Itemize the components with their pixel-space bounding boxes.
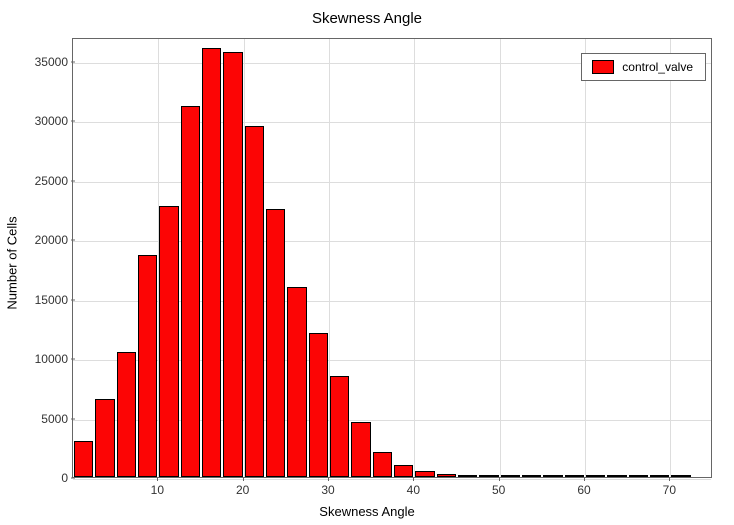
bar — [74, 441, 93, 477]
bar — [607, 475, 626, 477]
gridline-v — [500, 39, 501, 477]
bar — [159, 206, 178, 477]
gridline-h — [73, 479, 711, 480]
bar — [479, 475, 498, 477]
bar — [117, 352, 136, 477]
bar — [266, 209, 285, 477]
tick-mark — [71, 240, 75, 241]
bar — [458, 475, 477, 477]
bar — [309, 333, 328, 477]
y-tick-label: 25000 — [8, 174, 68, 188]
y-tick-label: 10000 — [8, 352, 68, 366]
x-tick-label: 70 — [663, 483, 676, 497]
gridline-v — [414, 39, 415, 477]
bar — [650, 475, 669, 477]
tick-mark — [71, 61, 75, 62]
bar — [245, 126, 264, 477]
tick-mark — [71, 359, 75, 360]
bar — [373, 452, 392, 477]
bar — [586, 475, 605, 477]
plot-area — [72, 38, 712, 478]
bar — [181, 106, 200, 477]
chart-title: Skewness Angle — [0, 10, 734, 27]
x-tick-label: 60 — [577, 483, 590, 497]
bar — [394, 465, 413, 477]
tick-mark — [71, 418, 75, 419]
gridline-h — [73, 182, 711, 183]
y-tick-label: 5000 — [8, 412, 68, 426]
tick-mark — [499, 477, 500, 481]
bar — [330, 376, 349, 477]
y-tick-label: 0 — [8, 471, 68, 485]
x-tick-label: 30 — [321, 483, 334, 497]
bar — [202, 48, 221, 477]
bar — [415, 471, 434, 477]
y-tick-label: 15000 — [8, 293, 68, 307]
bar — [629, 475, 648, 477]
tick-mark — [413, 477, 414, 481]
bar — [95, 399, 114, 477]
tick-mark — [71, 299, 75, 300]
tick-mark — [71, 180, 75, 181]
legend-swatch — [592, 60, 614, 74]
tick-mark — [71, 478, 75, 479]
bar — [437, 474, 456, 477]
tick-mark — [328, 477, 329, 481]
bar — [501, 475, 520, 477]
gridline-v — [670, 39, 671, 477]
y-tick-label: 35000 — [8, 55, 68, 69]
bar — [671, 475, 690, 477]
tick-mark — [669, 477, 670, 481]
tick-mark — [584, 477, 585, 481]
gridline-v — [585, 39, 586, 477]
bar — [522, 475, 541, 477]
legend-entry-label: control_valve — [622, 60, 693, 74]
y-tick-label: 20000 — [8, 233, 68, 247]
tick-mark — [157, 477, 158, 481]
bar — [351, 422, 370, 477]
bar — [138, 255, 157, 477]
x-tick-label: 10 — [151, 483, 164, 497]
x-axis-label: Skewness Angle — [0, 504, 734, 519]
x-tick-label: 40 — [407, 483, 420, 497]
y-tick-label: 30000 — [8, 114, 68, 128]
x-tick-label: 50 — [492, 483, 505, 497]
bar — [287, 287, 306, 477]
tick-mark — [243, 477, 244, 481]
x-tick-label: 20 — [236, 483, 249, 497]
bar — [223, 52, 242, 477]
gridline-h — [73, 122, 711, 123]
bar — [543, 475, 562, 477]
bar — [565, 475, 584, 477]
legend: control_valve — [581, 53, 706, 81]
chart-container: Skewness Angle Number of Cells Skewness … — [0, 0, 734, 525]
tick-mark — [71, 121, 75, 122]
